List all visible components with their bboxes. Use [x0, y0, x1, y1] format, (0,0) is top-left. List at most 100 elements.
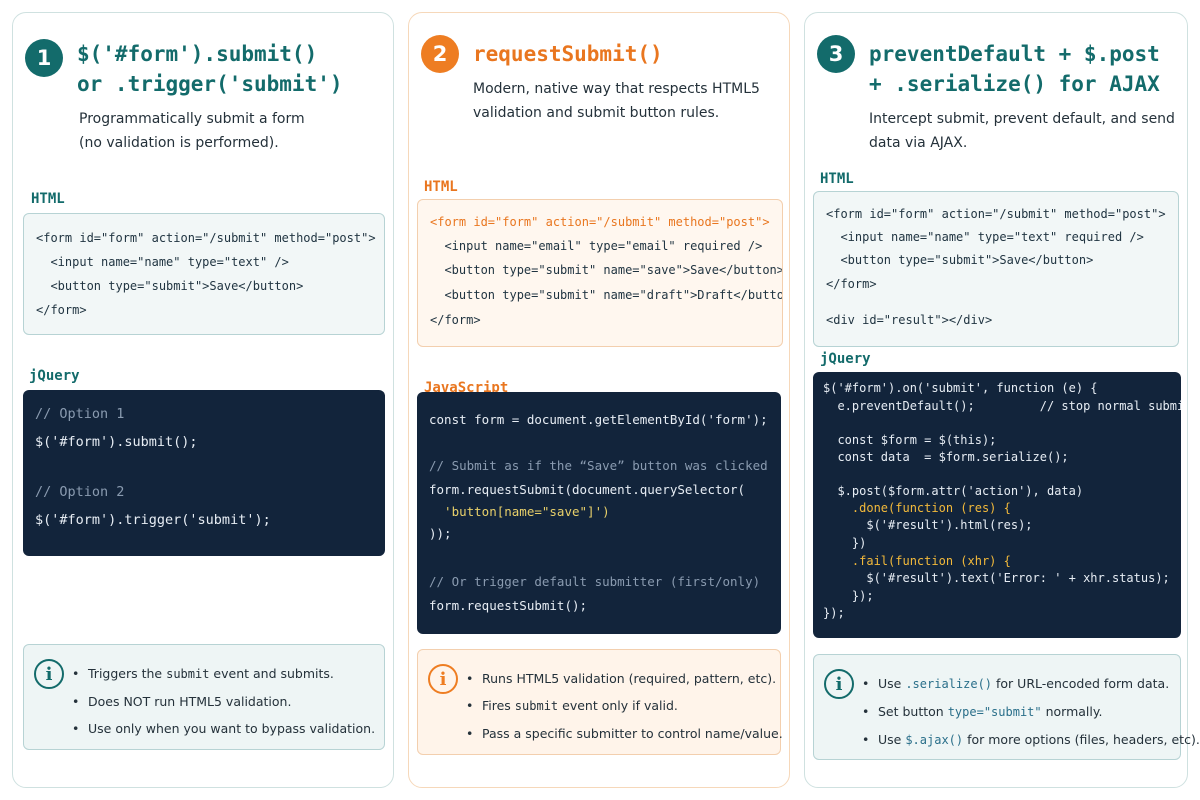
note-item: Fires submit event only if valid. — [466, 692, 783, 720]
step-badge-1: 1 — [25, 39, 63, 77]
code-text: const data = $form.serialize(); — [823, 450, 1069, 464]
code-line: $('#form').trigger('submit'); — [35, 512, 271, 528]
card-description: Modern, native way that respects HTML5 v… — [473, 77, 760, 125]
html-label: HTML — [424, 179, 458, 195]
code-line: }); — [823, 588, 874, 604]
description-line: data via AJAX. — [869, 135, 968, 151]
note-text: Runs HTML5 validation (required, pattern… — [482, 671, 777, 686]
description-line: validation and submit button rules. — [473, 105, 720, 121]
card-title: preventDefault + $.post + .serialize() f… — [869, 39, 1160, 99]
code-line: $.post($form.attr('action'), data) — [823, 483, 1083, 499]
step-badge-2: 2 — [421, 35, 459, 73]
note-text: Triggers the — [88, 666, 167, 681]
jquery-code-block: // Option 1 $('#form').submit(); // Opti… — [23, 390, 385, 556]
code-line: <input name="name" type="text" /> — [36, 254, 288, 270]
code-line: form.requestSubmit(); — [429, 598, 587, 614]
code-text: .done(function (res) { — [823, 501, 1011, 515]
info-note: i Triggers the submit event and submits.… — [23, 644, 385, 750]
note-text: Use — [878, 676, 906, 691]
note-item: Use $.ajax() for more options (files, he… — [862, 726, 1200, 754]
html-code-block: <form id="form" action="/submit" method=… — [813, 191, 1179, 347]
note-text: for more options (files, headers, etc). — [963, 732, 1200, 747]
code-text: 'button[name="save"]') — [429, 504, 610, 519]
code-text: const form = document.getElementById('fo… — [429, 412, 768, 427]
code-line: form.requestSubmit(document.querySelecto… — [429, 482, 745, 498]
note-text: event and submits. — [209, 666, 334, 681]
html-code-block: <form id="form" action="/submit" method=… — [417, 199, 783, 347]
html-label: HTML — [820, 171, 854, 187]
code-line: $('#form').on('submit', function (e) { — [823, 380, 1098, 396]
card-submit-trigger: 1 $('#form').submit() or .trigger('submi… — [12, 12, 394, 788]
code-line: <button type="submit">Save</button> — [826, 252, 1093, 268]
html-code-block: <form id="form" action="/submit" method=… — [23, 213, 385, 335]
description-line: Modern, native way that respects HTML5 — [473, 81, 760, 97]
note-list: Use .serialize() for URL-encoded form da… — [862, 670, 1200, 754]
code-line: $('#result').html(res); — [823, 517, 1032, 533]
code-line: <button type="submit" name="draft">Draft… — [430, 287, 783, 303]
code-text: <button type="submit" name="save">Save</… — [430, 263, 783, 277]
card-ajax-submit: 3 preventDefault + $.post + .serialize()… — [804, 12, 1200, 788]
code-text: <button type="submit" name="draft">Draft… — [430, 288, 783, 302]
card-request-submit: 2 requestSubmit() Modern, native way tha… — [408, 12, 790, 788]
code-line: const data = $form.serialize(); — [823, 449, 1069, 465]
code-text: }) — [823, 536, 867, 550]
code-text: $('#result').text('Error: ' + xhr.status… — [823, 571, 1170, 585]
code-line: .fail(function (xhr) { — [823, 553, 1011, 569]
code-text: const $form = $(this); — [823, 433, 997, 447]
code-line: // Or trigger default submitter (first/o… — [429, 574, 761, 589]
note-text: for URL-encoded form data. — [992, 676, 1170, 691]
note-list: Triggers the submit event and submits. D… — [72, 660, 375, 742]
html-label: HTML — [31, 191, 65, 207]
code-text: <form id="form" action="/submit" method=… — [36, 231, 376, 245]
note-item: Use .serialize() for URL-encoded form da… — [862, 670, 1200, 698]
javascript-code-block: const form = document.getElementById('fo… — [417, 392, 781, 634]
card-title-line: $('#form').submit() — [77, 42, 318, 66]
card-title-line: + .serialize() for AJAX — [869, 72, 1160, 96]
code-text: }); — [823, 589, 874, 603]
code-line: </form> — [430, 312, 481, 328]
code-line: 'button[name="save"]') — [429, 504, 610, 520]
code-line: )); — [429, 526, 452, 542]
code-text: }); — [823, 606, 845, 620]
code-line: </form> — [826, 276, 877, 292]
code-text: </form> — [430, 313, 481, 327]
note-item: Runs HTML5 validation (required, pattern… — [466, 665, 783, 692]
code-line: <div id="result"></div> — [826, 312, 992, 328]
note-text: event only if valid. — [558, 698, 678, 713]
code-text: form.requestSubmit(document.querySelecto… — [429, 482, 746, 497]
code-text: <input name="email" type="email" require… — [430, 239, 763, 253]
code-line: // Submit as if the “Save” button was cl… — [429, 458, 768, 473]
code-text: <div id="result"></div> — [826, 313, 993, 327]
code-text: <form id="form" action="/submit" method=… — [430, 215, 770, 229]
card-title-line: requestSubmit() — [473, 42, 663, 66]
code-text: $('#form').submit(); — [35, 434, 198, 450]
info-icon: i — [428, 664, 458, 694]
note-code: submit — [514, 699, 559, 713]
info-note: i Runs HTML5 validation (required, patte… — [417, 649, 783, 755]
code-line: <input name="name" type="text" required … — [826, 229, 1143, 245]
code-line: $('#form').submit(); — [35, 434, 198, 450]
note-item: Set button type="submit" normally. — [862, 698, 1200, 726]
code-line: </form> — [36, 302, 87, 318]
note-text: Does NOT run HTML5 validation. — [88, 694, 292, 709]
code-line: <form id="form" action="/submit" method=… — [430, 214, 770, 230]
code-text: .fail(function (xhr) { — [823, 554, 1011, 568]
code-text: <form id="form" action="/submit" method=… — [826, 207, 1166, 221]
code-line: // Option 2 — [35, 484, 125, 500]
note-text: Fires — [482, 698, 515, 713]
note-item: Pass a specific submitter to control nam… — [466, 720, 783, 747]
code-text: <button type="submit">Save</button> — [826, 253, 1094, 267]
note-text: Set button — [878, 704, 948, 719]
code-text: e.preventDefault(); // stop normal submi… — [823, 399, 1181, 413]
description-line: Intercept submit, prevent default, and s… — [869, 111, 1175, 127]
code-line: }) — [823, 535, 866, 551]
description-line: (no validation is performed). — [79, 135, 279, 151]
card-description: Programmatically submit a form (no valid… — [79, 107, 305, 155]
note-text: normally. — [1041, 704, 1103, 719]
note-code: type="submit" — [947, 705, 1042, 719]
note-text: Use only when you want to bypass validat… — [88, 721, 376, 736]
note-code: .serialize() — [905, 677, 993, 691]
description-line: Programmatically submit a form — [79, 111, 305, 127]
card-title-line: or .trigger('submit') — [77, 72, 343, 96]
code-line: e.preventDefault(); // stop normal submi… — [823, 398, 1181, 414]
